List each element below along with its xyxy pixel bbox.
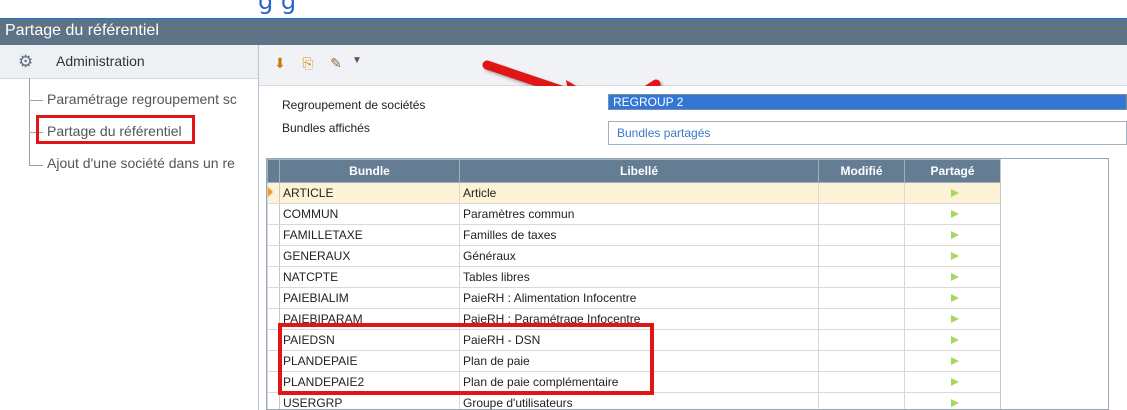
table-row[interactable]: USERGRP Groupe d'utilisateurs bbox=[267, 392, 1001, 409]
row-indicator bbox=[267, 392, 280, 409]
cell-libelle[interactable]: Tables libres bbox=[459, 266, 819, 288]
cell-partage[interactable] bbox=[904, 350, 1001, 372]
cell-bundle[interactable]: GENERAUX bbox=[279, 245, 460, 267]
row-indicator bbox=[267, 224, 280, 246]
cell-partage[interactable] bbox=[904, 287, 1001, 309]
cell-libelle[interactable]: Groupe d'utilisateurs bbox=[459, 392, 819, 409]
table-header-row: Bundle Libellé Modifié Partagé bbox=[267, 159, 1001, 183]
row-indicator bbox=[267, 182, 280, 204]
cell-modifie[interactable] bbox=[818, 350, 905, 372]
table-row[interactable]: COMMUN Paramètres commun bbox=[267, 203, 1001, 225]
grid-empty-area bbox=[1000, 159, 1108, 409]
cell-modifie[interactable] bbox=[818, 266, 905, 288]
cell-libelle[interactable]: PaieRH : Alimentation Infocentre bbox=[459, 287, 819, 309]
cell-modifie[interactable] bbox=[818, 224, 905, 246]
bundles-label: Bundles affichés bbox=[282, 121, 370, 135]
cell-bundle[interactable]: ARTICLE bbox=[279, 182, 460, 204]
shared-flag-icon bbox=[950, 378, 959, 386]
cell-libelle[interactable]: Familles de taxes bbox=[459, 224, 819, 246]
cell-partage[interactable] bbox=[904, 329, 1001, 351]
annotation-highlight-box bbox=[278, 323, 654, 395]
column-header-modifie[interactable]: Modifié bbox=[818, 159, 905, 183]
shared-flag-icon bbox=[950, 357, 959, 365]
shared-flag-icon bbox=[950, 294, 959, 302]
cell-libelle[interactable]: Généraux bbox=[459, 245, 819, 267]
cell-partage[interactable] bbox=[904, 182, 1001, 204]
regroup-field[interactable]: REGROUP 2 bbox=[608, 94, 1127, 110]
cell-modifie[interactable] bbox=[818, 287, 905, 309]
table-row[interactable]: ARTICLE Article bbox=[267, 182, 1001, 204]
table-row[interactable]: FAMILLETAXE Familles de taxes bbox=[267, 224, 1001, 246]
shared-flag-icon bbox=[950, 210, 959, 218]
cell-partage[interactable] bbox=[904, 392, 1001, 409]
table-row[interactable]: GENERAUX Généraux bbox=[267, 245, 1001, 267]
column-header-libelle[interactable]: Libellé bbox=[459, 159, 819, 183]
cell-modifie[interactable] bbox=[818, 371, 905, 393]
shared-flag-icon bbox=[950, 399, 959, 407]
cell-modifie[interactable] bbox=[818, 329, 905, 351]
cell-partage[interactable] bbox=[904, 371, 1001, 393]
table-row[interactable]: NATCPTE Tables libres bbox=[267, 266, 1001, 288]
shared-flag-icon bbox=[950, 231, 959, 239]
column-header-bundle[interactable]: Bundle bbox=[279, 159, 460, 183]
current-row-marker-icon bbox=[268, 187, 273, 197]
regroup-label: Regroupement de sociétés bbox=[282, 98, 426, 112]
shared-flag-icon bbox=[950, 336, 959, 344]
header-corner bbox=[267, 159, 280, 183]
cell-libelle[interactable]: Paramètres commun bbox=[459, 203, 819, 225]
cell-bundle[interactable]: USERGRP bbox=[279, 392, 460, 409]
cell-bundle[interactable]: PAIEBIALIM bbox=[279, 287, 460, 309]
cell-partage[interactable] bbox=[904, 203, 1001, 225]
shared-flag-icon bbox=[950, 252, 959, 260]
cell-partage[interactable] bbox=[904, 308, 1001, 330]
cell-bundle[interactable]: NATCPTE bbox=[279, 266, 460, 288]
cell-partage[interactable] bbox=[904, 266, 1001, 288]
bundles-field[interactable]: Bundles partagés bbox=[608, 121, 1127, 145]
cell-modifie[interactable] bbox=[818, 392, 905, 409]
row-indicator bbox=[267, 245, 280, 267]
cell-bundle[interactable]: COMMUN bbox=[279, 203, 460, 225]
cell-modifie[interactable] bbox=[818, 182, 905, 204]
column-header-partage[interactable]: Partagé bbox=[904, 159, 1001, 183]
row-indicator bbox=[267, 287, 280, 309]
shared-flag-icon bbox=[950, 273, 959, 281]
cell-modifie[interactable] bbox=[818, 308, 905, 330]
row-indicator bbox=[267, 266, 280, 288]
row-indicator bbox=[267, 203, 280, 225]
cell-partage[interactable] bbox=[904, 245, 1001, 267]
shared-flag-icon bbox=[950, 189, 959, 197]
cell-partage[interactable] bbox=[904, 224, 1001, 246]
cell-bundle[interactable]: FAMILLETAXE bbox=[279, 224, 460, 246]
shared-flag-icon bbox=[950, 315, 959, 323]
cell-modifie[interactable] bbox=[818, 203, 905, 225]
cell-libelle[interactable]: Article bbox=[459, 182, 819, 204]
cell-modifie[interactable] bbox=[818, 245, 905, 267]
form-area: Regroupement de sociétés REGROUP 2 Bundl… bbox=[259, 86, 1127, 156]
table-row[interactable]: PAIEBIALIM PaieRH : Alimentation Infocent… bbox=[267, 287, 1001, 309]
